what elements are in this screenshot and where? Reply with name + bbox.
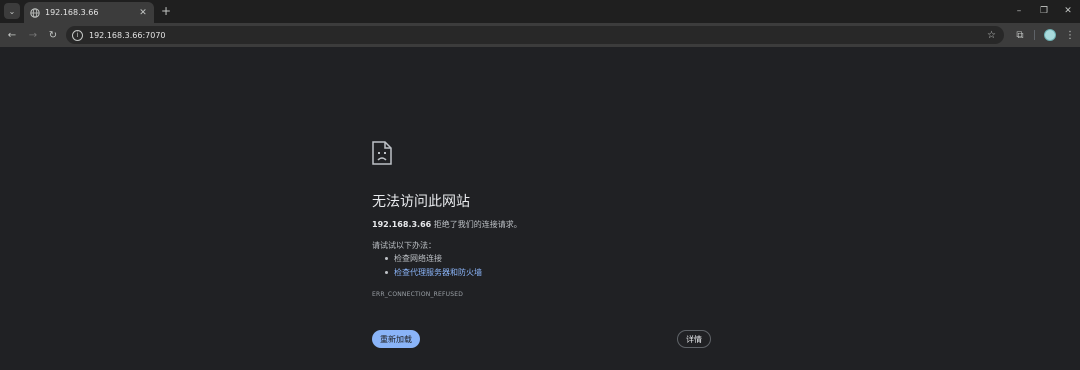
globe-icon — [30, 7, 40, 18]
new-tab-button[interactable]: + — [159, 4, 173, 18]
tab-title: 192.168.3.66 — [45, 8, 99, 17]
error-description: 192.168.3.66 拒绝了我们的连接请求。 — [372, 219, 522, 230]
suggestion-item: 检查代理服务器和防火墙 — [372, 267, 482, 281]
bookmark-star-icon[interactable]: ☆ — [987, 30, 996, 41]
sad-page-icon — [372, 141, 392, 165]
reload-button[interactable]: ↻ — [46, 28, 60, 42]
url-text[interactable]: 192.168.3.66:7070 — [89, 31, 987, 40]
minimize-button[interactable]: – — [1012, 4, 1026, 18]
back-button[interactable]: ← — [5, 28, 19, 42]
tab-search-button[interactable]: ⌄ — [4, 3, 20, 19]
active-tab[interactable]: 192.168.3.66 ✕ — [24, 2, 154, 23]
suggestion-item: 检查网络连接 — [372, 253, 482, 267]
restore-button[interactable]: ❐ — [1037, 4, 1051, 18]
suggestions-heading: 请试试以下办法： — [372, 241, 436, 250]
close-window-button[interactable]: ✕ — [1061, 4, 1075, 18]
suggestions-list: 检查网络连接 检查代理服务器和防火墙 — [372, 253, 482, 281]
address-bar[interactable]: i 192.168.3.66:7070 ☆ — [66, 26, 1004, 44]
forward-button[interactable]: → — [26, 28, 40, 42]
error-description-text: 拒绝了我们的连接请求。 — [431, 220, 522, 229]
tab-close-icon[interactable]: ✕ — [137, 7, 149, 19]
toolbar-divider — [1034, 30, 1035, 40]
menu-icon[interactable]: ⋮ — [1063, 28, 1077, 42]
error-host: 192.168.3.66 — [372, 220, 432, 229]
browser-toolbar: ← → ↻ i 192.168.3.66:7070 ☆ ⧉ ⋮ — [0, 23, 1080, 47]
suggestion-check-proxy-link[interactable]: 检查代理服务器和防火墙 — [394, 268, 482, 277]
error-code: ERR_CONNECTION_REFUSED — [372, 291, 464, 298]
suggestion-check-network: 检查网络连接 — [394, 254, 442, 263]
error-title: 无法访问此网站 — [372, 194, 470, 210]
chevron-down-icon: ⌄ — [8, 6, 16, 16]
tab-strip: ⌄ 192.168.3.66 ✕ + – ❐ ✕ — [0, 0, 1080, 23]
info-icon[interactable]: i — [72, 29, 83, 41]
profile-avatar[interactable] — [1044, 29, 1056, 41]
details-button[interactable]: 详情 — [677, 330, 711, 348]
extensions-icon[interactable]: ⧉ — [1013, 28, 1027, 42]
reload-page-button[interactable]: 重新加载 — [372, 330, 420, 348]
